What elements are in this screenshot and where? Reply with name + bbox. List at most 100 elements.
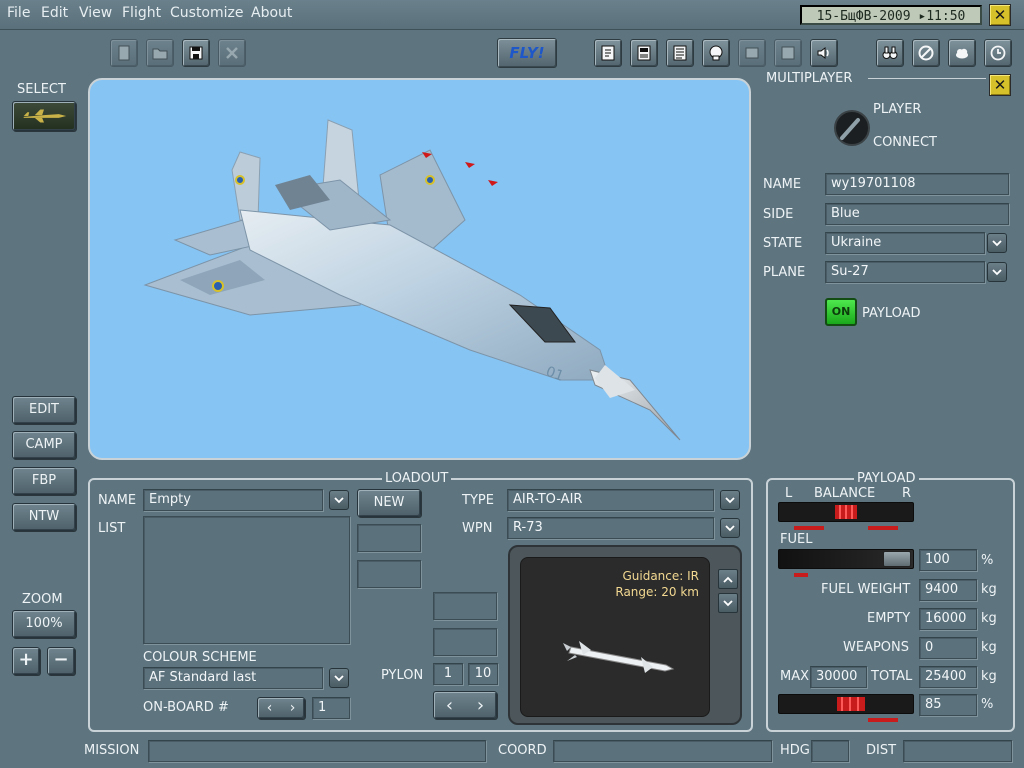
sound-button[interactable] [810,39,838,67]
weapon-scroll-down[interactable] [718,593,738,613]
loadout-new-button[interactable]: NEW [357,489,421,517]
summary-icon [601,45,615,61]
chevron-left-icon[interactable]: ‹ [446,695,453,716]
multiplayer-title: MULTIPLAYER [766,71,853,86]
load-gauge [778,694,914,714]
fuel-scale [794,573,808,577]
onboard-stepper[interactable]: ‹ › [257,697,305,719]
mp-state-select[interactable]: Ukraine [825,232,985,254]
book-button[interactable] [774,39,802,67]
book-icon [781,46,795,60]
loadout-list-label: LIST [98,521,126,536]
fuel-percent-value[interactable]: 100 [919,549,977,571]
mp-plane-dropdown[interactable] [987,262,1007,282]
onboard-label: ON-BOARD # [143,700,229,715]
chevron-down-icon [723,599,733,606]
loadout-action-slot-3[interactable] [433,592,497,620]
weapon-scroll-up[interactable] [718,569,738,589]
menu-file[interactable]: File [7,5,30,21]
select-label: SELECT [17,82,66,97]
save-button[interactable] [182,39,210,67]
menu-edit[interactable]: Edit [41,5,68,21]
colour-scheme-dropdown[interactable] [329,668,349,688]
loadout-name-dropdown[interactable] [329,490,349,510]
hdg-label: HDG [780,743,810,758]
edit-button[interactable]: EDIT [12,396,76,424]
connect-knob-icon[interactable] [832,108,872,148]
close-app-button[interactable]: ✕ [989,4,1011,26]
weather-button[interactable] [948,39,976,67]
new-button[interactable] [110,39,138,67]
payload-title: PAYLOAD [854,471,919,486]
onboard-number[interactable]: 1 [312,697,350,719]
chevron-right-icon[interactable]: › [477,695,484,716]
aircraft-viewport[interactable]: 01 [88,78,751,460]
save-icon [189,46,203,60]
ntw-button[interactable]: NTW [12,503,76,531]
connect-label[interactable]: CONNECT [873,135,937,150]
wpn-dropdown[interactable] [720,518,740,538]
coord-label: COORD [498,743,547,758]
loadout-action-slot-4[interactable] [433,628,497,656]
multiplayer-divider [868,78,986,79]
type-dropdown[interactable] [720,490,740,510]
zoom-value[interactable]: 100% [12,610,76,638]
weather-icon [956,48,968,59]
binoculars-button[interactable] [876,39,904,67]
delete-icon [226,47,238,59]
chevron-right-icon[interactable]: › [290,700,296,716]
checklist-button[interactable] [666,39,694,67]
summary-button[interactable] [594,39,622,67]
player-label[interactable]: PLAYER [873,102,921,117]
dist-label: DIST [866,743,897,758]
fly-button[interactable]: FLY! [497,38,557,68]
mp-state-dropdown[interactable] [987,233,1007,253]
menu-customize[interactable]: Customize [170,5,244,21]
delete-button[interactable] [218,39,246,67]
balance-label: BALANCE [814,486,876,501]
weapon-range: Range: 20 km [615,585,699,599]
weapon-guidance: Guidance: IR [622,569,699,583]
menu-view[interactable]: View [79,5,112,21]
load-scale [868,718,898,722]
mp-plane-select[interactable]: Su-27 [825,261,985,283]
clock-button[interactable] [984,39,1012,67]
fuel-slider-handle[interactable] [883,551,911,567]
pylon-total: 10 [468,663,498,685]
loadout-list[interactable] [143,516,350,644]
payload-on-toggle[interactable]: ON [825,298,857,326]
zoom-in-button[interactable]: + [12,647,40,675]
loadout-action-slot-2[interactable] [357,560,421,588]
mp-side-field[interactable]: Blue [825,203,1009,225]
total-weight-value: 25400 [919,666,977,688]
chevron-down-icon [725,496,735,503]
colour-scheme-select[interactable]: AF Standard last [143,667,323,689]
fuel-weight-label: FUEL WEIGHT [821,582,911,597]
cancel-button[interactable] [912,39,940,67]
type-select[interactable]: AIR-TO-AIR [507,489,714,511]
briefing-icon [637,45,651,61]
loadout-title: LOADOUT [382,471,452,486]
fuel-slider[interactable] [778,549,914,569]
loadout-name-select[interactable]: Empty [143,489,323,511]
menu-about[interactable]: About [251,5,292,21]
menu-flight[interactable]: Flight [122,5,161,21]
open-button[interactable] [146,39,174,67]
select-aircraft-button[interactable] [12,101,76,131]
multiplayer-close-button[interactable]: ✕ [989,74,1011,96]
camp-button[interactable]: CAMP [12,431,76,459]
pylon-stepper[interactable]: ‹ › [433,691,497,719]
pilot-button[interactable] [702,39,730,67]
wpn-select[interactable]: R-73 [507,517,714,539]
fbp-button[interactable]: FBP [12,467,76,495]
zoom-label: ZOOM [22,592,63,607]
briefing-button[interactable] [630,39,658,67]
chevron-left-icon[interactable]: ‹ [267,700,273,716]
mp-name-field[interactable]: wy19701108 [825,173,1009,195]
aircraft-silhouette-icon [23,109,67,123]
loadout-action-slot-1[interactable] [357,524,421,552]
pylon-current: 1 [433,663,463,685]
radio-button[interactable] [738,39,766,67]
zoom-out-button[interactable]: − [47,647,75,675]
chevron-down-icon [992,239,1002,246]
